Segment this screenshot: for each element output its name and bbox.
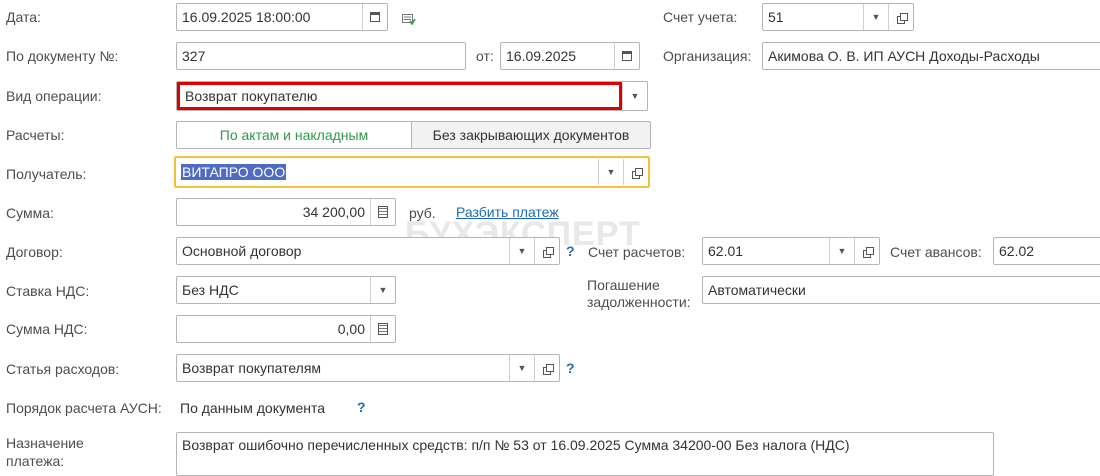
account-label: Счет учета: — [663, 9, 738, 25]
open-icon — [862, 246, 874, 258]
ausn-order-value: По данным документа — [180, 400, 325, 416]
settlements-label: Расчеты: — [6, 127, 65, 143]
advance-account-field[interactable]: 62.02 — [993, 237, 1100, 265]
repayment-label-line2: задолженности: — [587, 294, 691, 310]
vat-sum-field[interactable]: 0,00 — [176, 315, 396, 343]
date-label: Дата: — [6, 9, 41, 25]
calculator-button[interactable] — [370, 199, 395, 225]
open-icon — [631, 167, 643, 179]
calendar-button[interactable] — [362, 4, 387, 30]
contract-help-icon[interactable]: ? — [566, 243, 575, 259]
organization-field[interactable]: Акимова О. В. ИП АУСН Доходы-Расходы — [762, 42, 1100, 70]
recipient-label: Получатель: — [6, 166, 87, 182]
purpose-label-line2: платежа: — [6, 453, 65, 469]
calculator-icon — [378, 206, 388, 218]
expense-item-field[interactable]: Возврат покупателям ▼ — [176, 354, 560, 382]
account-open-button[interactable] — [888, 4, 913, 30]
doc-number-field[interactable]: 327 — [176, 42, 466, 70]
ausn-order-label: Порядок расчета АУСН: — [6, 400, 162, 416]
expense-item-help-icon[interactable]: ? — [566, 360, 575, 376]
settlement-account-label: Счет расчетов: — [588, 244, 686, 260]
chevron-down-icon: ▼ — [837, 246, 847, 256]
contract-value: Основной договор — [182, 243, 302, 259]
print-form-icon[interactable] — [402, 12, 416, 26]
toggle-no-closing-docs[interactable]: Без закрывающих документов — [411, 121, 651, 149]
purpose-value: Возврат ошибочно перечисленных средств: … — [182, 437, 850, 453]
vat-rate-value: Без НДС — [182, 282, 239, 298]
vat-rate-dropdown-button[interactable]: ▼ — [370, 277, 395, 303]
recipient-open-button[interactable] — [623, 159, 648, 185]
recipient-value: ВИТАПРО ООО — [176, 164, 598, 180]
recipient-field[interactable]: ВИТАПРО ООО ▼ — [174, 156, 650, 188]
calendar-icon — [622, 51, 632, 61]
chevron-down-icon: ▼ — [378, 285, 388, 295]
vat-rate-label: Ставка НДС: — [6, 283, 90, 299]
organization-label: Организация: — [663, 48, 752, 64]
chevron-down-icon: ▼ — [871, 12, 881, 22]
contract-label: Договор: — [6, 244, 63, 260]
expense-item-open-button[interactable] — [534, 355, 559, 381]
vat-sum-value: 0,00 — [337, 321, 365, 337]
chevron-down-icon: ▼ — [606, 167, 616, 177]
vat-rate-field[interactable]: Без НДС ▼ — [176, 276, 396, 304]
doc-number-label: По документу №: — [6, 48, 119, 64]
ausn-order-help-icon[interactable]: ? — [357, 399, 366, 415]
recipient-selected-text: ВИТАПРО ООО — [181, 164, 287, 180]
repayment-label: Погашение задолженности: — [587, 277, 691, 311]
doc-number-value: 327 — [182, 48, 206, 64]
operation-field[interactable]: Возврат покупателю ▼ — [176, 81, 648, 111]
doc-date-value: 16.09.2025 — [506, 48, 577, 64]
account-field[interactable]: 51 ▼ — [762, 3, 914, 31]
sum-value: 34 200,00 — [302, 204, 365, 220]
open-icon — [896, 12, 908, 24]
open-icon — [542, 363, 554, 375]
vat-sum-label: Сумма НДС: — [6, 321, 88, 337]
operation-label: Вид операции: — [6, 88, 102, 104]
operation-dropdown-button[interactable]: ▼ — [622, 83, 647, 109]
doc-date-calendar-button[interactable] — [614, 43, 639, 69]
contract-field[interactable]: Основной договор ▼ — [176, 237, 560, 265]
split-payment-link[interactable]: Разбить платеж — [456, 204, 559, 220]
doc-date-field[interactable]: 16.09.2025 — [500, 42, 640, 70]
recipient-dropdown-button[interactable]: ▼ — [598, 159, 623, 185]
settlement-account-open-button[interactable] — [854, 238, 879, 264]
organization-value: Акимова О. В. ИП АУСН Доходы-Расходы — [768, 48, 1040, 64]
repayment-label-line1: Погашение — [587, 277, 660, 293]
vat-calculator-button[interactable] — [370, 316, 395, 342]
repayment-value: Автоматически — [708, 282, 806, 298]
chevron-down-icon: ▼ — [517, 363, 527, 373]
sum-label: Сумма: — [6, 205, 54, 221]
calculator-icon — [378, 323, 388, 335]
settlement-account-dropdown-button[interactable]: ▼ — [829, 238, 854, 264]
currency-label: руб. — [409, 205, 436, 221]
date-field[interactable]: 16.09.2025 18:00:00 — [176, 3, 388, 31]
contract-open-button[interactable] — [534, 238, 559, 264]
purpose-textarea[interactable]: Возврат ошибочно перечисленных средств: … — [176, 432, 994, 476]
expense-item-dropdown-button[interactable]: ▼ — [509, 355, 534, 381]
toggle-by-acts[interactable]: По актам и накладным — [176, 121, 412, 149]
from-label: от: — [476, 48, 494, 64]
calendar-icon — [370, 12, 380, 22]
account-value: 51 — [768, 9, 784, 25]
expense-item-label: Статья расходов: — [6, 361, 120, 377]
settlement-account-field[interactable]: 62.01 ▼ — [702, 237, 880, 265]
open-icon — [542, 246, 554, 258]
account-dropdown-button[interactable]: ▼ — [863, 4, 888, 30]
date-value: 16.09.2025 18:00:00 — [182, 9, 311, 25]
purpose-label-line1: Назначение — [6, 435, 84, 451]
advance-account-value: 62.02 — [999, 243, 1035, 259]
chevron-down-icon: ▼ — [630, 91, 640, 101]
repayment-field[interactable]: Автоматически — [702, 276, 1100, 304]
contract-dropdown-button[interactable]: ▼ — [509, 238, 534, 264]
sum-field[interactable]: 34 200,00 — [176, 198, 396, 226]
operation-value: Возврат покупателю — [177, 82, 622, 110]
settlement-account-value: 62.01 — [708, 243, 744, 259]
advance-account-label: Счет авансов: — [890, 244, 982, 260]
purpose-label: Назначение платежа: — [6, 434, 84, 470]
chevron-down-icon: ▼ — [517, 246, 527, 256]
expense-item-value: Возврат покупателям — [182, 360, 322, 376]
